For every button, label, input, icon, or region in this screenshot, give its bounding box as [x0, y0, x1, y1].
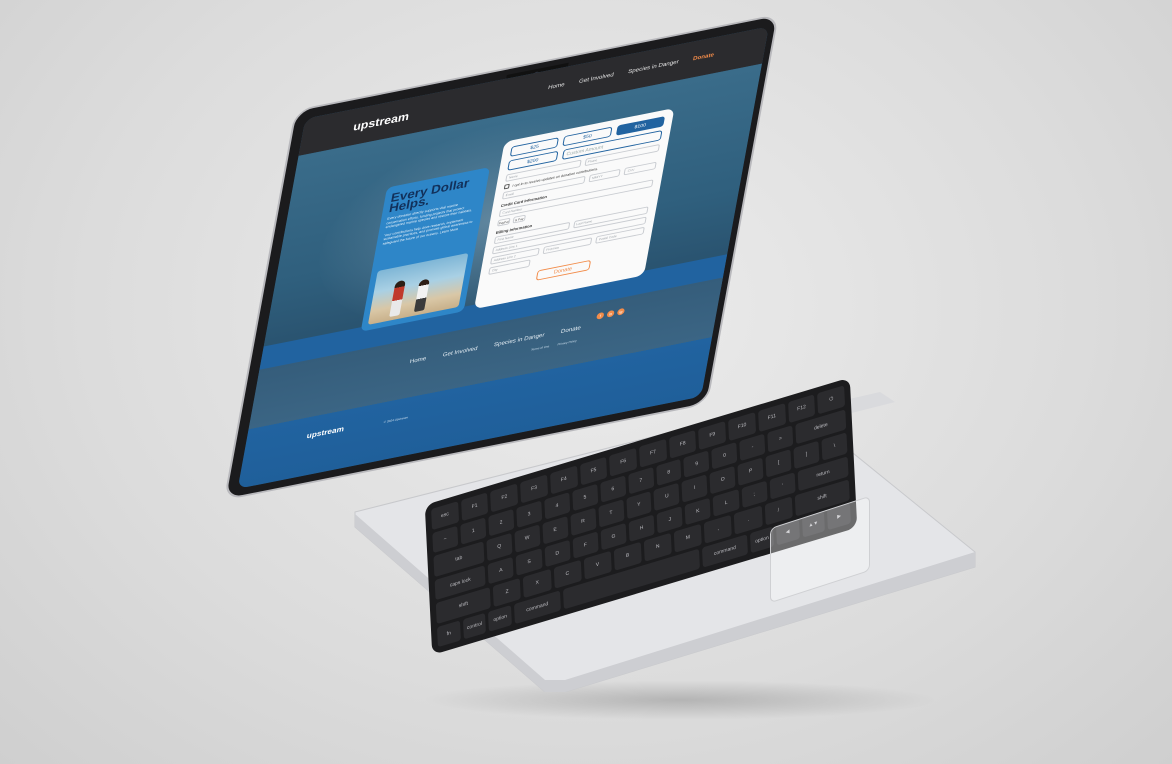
- key-control[interactable]: control: [462, 612, 487, 640]
- key-option[interactable]: option: [488, 604, 513, 632]
- footer-copyright: © 2024 Upstream: [383, 415, 409, 424]
- site-logo[interactable]: upstream: [352, 109, 410, 133]
- footer-donate-link[interactable]: Donate: [560, 325, 581, 335]
- terms-link[interactable]: Terms of Use: [531, 344, 550, 351]
- person-figure: [413, 278, 430, 313]
- linkedin-icon[interactable]: in: [606, 309, 615, 318]
- social-icons: f in ig: [596, 307, 626, 320]
- paypal-icon[interactable]: PayPal: [497, 217, 511, 227]
- laptop-mockup-scene: esc F1 F2 F3 F4 F5 F6 F7 F8 F9 F10 F11 F…: [0, 0, 1172, 764]
- gpay-icon[interactable]: G Pay: [512, 214, 526, 224]
- optin-checkbox[interactable]: [503, 183, 510, 190]
- nav-species-in-danger[interactable]: Species in Danger: [628, 60, 680, 76]
- nav-home[interactable]: Home: [547, 82, 565, 91]
- key-fn[interactable]: fn: [436, 619, 461, 648]
- nav-donate[interactable]: Donate: [692, 53, 714, 63]
- privacy-link[interactable]: Privacy Policy: [557, 339, 577, 347]
- instagram-icon[interactable]: ig: [616, 307, 626, 316]
- nav-get-involved[interactable]: Get Involved: [578, 72, 614, 84]
- person-figure: [389, 279, 406, 318]
- footer-get-involved-link[interactable]: Get Involved: [442, 346, 478, 358]
- footer-legal: Terms of Use Privacy Policy: [531, 339, 577, 352]
- footer-logo[interactable]: upstream: [306, 425, 345, 441]
- footer-home-link[interactable]: Home: [409, 356, 427, 365]
- facebook-icon[interactable]: f: [596, 311, 605, 320]
